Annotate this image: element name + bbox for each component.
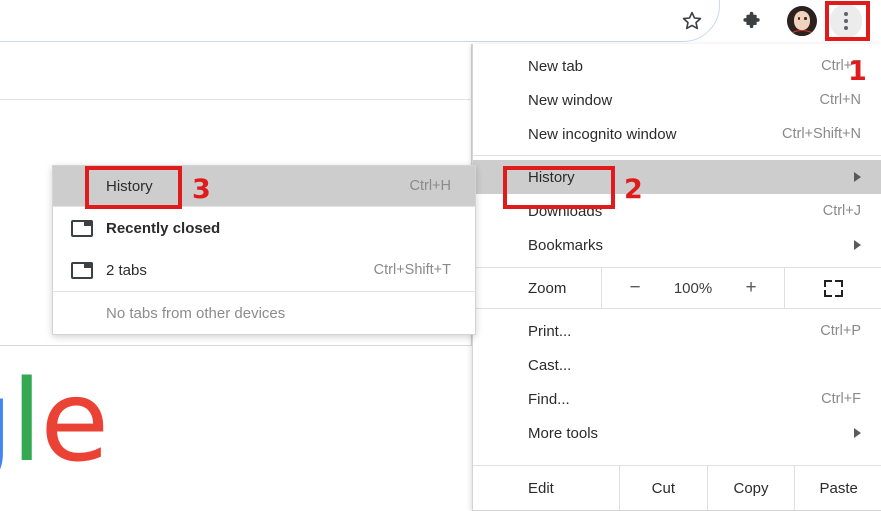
avatar-face: [794, 11, 810, 30]
tab-icon: [71, 262, 93, 279]
menu-item-print[interactable]: Print... Ctrl+P: [473, 314, 881, 348]
menu-item-find[interactable]: Find... Ctrl+F: [473, 382, 881, 416]
menu-item-shortcut: Ctrl+N: [819, 92, 862, 108]
annotation-box-menu-history: [503, 166, 615, 209]
logo-letter-g: g: [0, 357, 13, 487]
menu-item-shortcut: Ctrl+Shift+N: [782, 126, 861, 142]
annotation-box-menu-button: [825, 1, 870, 41]
fullscreen-icon: [823, 279, 843, 297]
submenu-item-label: No tabs from other devices: [106, 304, 286, 322]
menu-zoom-row: Zoom − 100% +: [473, 267, 881, 309]
menu-divider: [473, 155, 881, 156]
google-logo: gle: [0, 366, 109, 478]
chevron-right-icon: [854, 428, 861, 438]
submenu-item-no-other-devices: No tabs from other devices: [53, 292, 475, 334]
address-bar[interactable]: [0, 0, 720, 42]
menu-item-new-tab[interactable]: New tab Ctrl+T: [473, 49, 881, 83]
menu-item-label: Bookmarks: [528, 236, 604, 254]
profile-avatar[interactable]: [783, 2, 821, 40]
menu-item-label: New window: [528, 91, 613, 109]
menu-item-label: Print...: [528, 322, 572, 340]
submenu-item-recently-closed[interactable]: Recently closed: [53, 207, 475, 249]
annotation-marker-1: 1: [848, 56, 867, 87]
menu-item-label: More tools: [528, 424, 599, 442]
menu-item-new-window[interactable]: New window Ctrl+N: [473, 83, 881, 117]
zoom-in-button[interactable]: +: [742, 277, 760, 299]
cut-button[interactable]: Cut: [619, 466, 707, 510]
submenu-item-label: Recently closed: [106, 219, 221, 237]
menu-item-shortcut: Ctrl+J: [822, 203, 861, 219]
menu-item-label: New incognito window: [528, 125, 677, 143]
avatar-eye-left: [797, 17, 800, 20]
annotation-marker-3: 3: [192, 174, 211, 205]
edit-label: Edit: [528, 479, 554, 497]
annotation-marker-2: 2: [624, 174, 643, 205]
menu-item-new-incognito-window[interactable]: New incognito window Ctrl+Shift+N: [473, 117, 881, 151]
avatar-eye-right: [804, 17, 807, 20]
bookmark-star-icon[interactable]: [673, 2, 711, 40]
submenu-item-label: 2 tabs: [106, 261, 147, 279]
avatar-body: [791, 31, 813, 36]
chevron-right-icon: [854, 172, 861, 182]
menu-item-label: New tab: [528, 57, 584, 75]
browser-toolbar: [0, 0, 881, 44]
menu-item-label: Cast...: [528, 356, 572, 374]
zoom-out-button[interactable]: −: [626, 277, 644, 299]
fullscreen-button[interactable]: [785, 268, 881, 308]
menu-item-shortcut: Ctrl+P: [820, 323, 861, 339]
logo-letter-l: l: [11, 357, 42, 487]
menu-item-more-tools[interactable]: More tools: [473, 416, 881, 450]
chevron-right-icon: [854, 240, 861, 250]
avatar-image: [787, 6, 817, 36]
dropdown-divider: [0, 99, 472, 100]
chrome-main-menu: New tab Ctrl+T New window Ctrl+N New inc…: [472, 44, 881, 511]
zoom-label: Zoom: [528, 279, 567, 297]
paste-button[interactable]: Paste: [794, 466, 881, 510]
menu-item-shortcut: Ctrl+F: [821, 391, 861, 407]
menu-edit-row: Edit Cut Copy Paste: [473, 465, 881, 510]
submenu-item-shortcut: Ctrl+H: [409, 178, 452, 194]
annotation-box-submenu-history: [85, 166, 182, 209]
tab-icon: [71, 220, 93, 237]
puzzle-piece-icon[interactable]: [733, 2, 771, 40]
submenu-item-2-tabs[interactable]: 2 tabs Ctrl+Shift+T: [53, 249, 475, 291]
zoom-percent-value: 100%: [673, 279, 713, 297]
screenshot-root: gle: [0, 0, 881, 511]
zoom-controls: − 100% +: [601, 268, 785, 308]
menu-item-bookmarks[interactable]: Bookmarks: [473, 228, 881, 262]
menu-item-cast[interactable]: Cast...: [473, 348, 881, 382]
submenu-item-shortcut: Ctrl+Shift+T: [373, 262, 451, 278]
copy-button[interactable]: Copy: [706, 466, 795, 510]
menu-item-label: Find...: [528, 390, 570, 408]
logo-letter-e: e: [40, 357, 109, 487]
